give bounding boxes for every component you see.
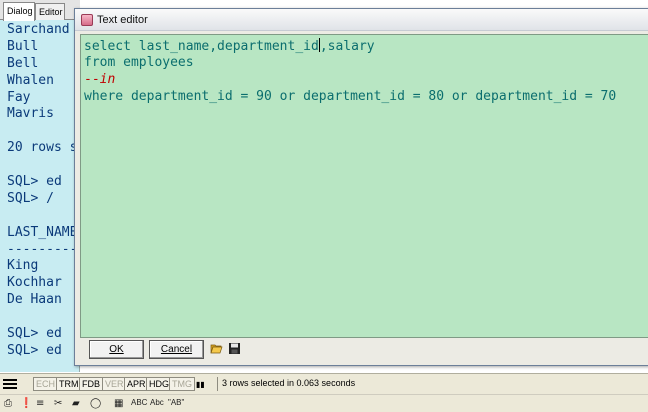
mode-apr-button[interactable]: APR bbox=[124, 377, 149, 391]
tab-editor[interactable]: Editor bbox=[35, 3, 65, 20]
comment-text: in bbox=[99, 72, 116, 87]
stop-bars-icon[interactable] bbox=[3, 379, 17, 389]
mode-ech-button[interactable]: ECH bbox=[33, 377, 59, 391]
window-title: Text editor bbox=[97, 14, 148, 26]
grid-icon[interactable]: ▦ bbox=[114, 398, 123, 410]
code-content: select last_name,department_id,salary fr… bbox=[84, 38, 616, 106]
console-line: SQL> ed bbox=[7, 174, 62, 190]
console-line: SQL> ed bbox=[7, 326, 62, 342]
console-output: Sarchand Bull Bell Whalen Fay Mavris 20 … bbox=[7, 22, 81, 367]
editor-app-icon bbox=[81, 14, 93, 26]
console-line: De Haan bbox=[7, 292, 62, 308]
abc-case-icon[interactable]: Abc bbox=[150, 398, 164, 407]
tab-dialog[interactable]: Dialog bbox=[3, 2, 35, 21]
cancel-label: Cancel bbox=[160, 344, 193, 355]
abc-icon[interactable]: ABC bbox=[131, 398, 147, 407]
scissors-icon[interactable]: ✂ bbox=[54, 398, 62, 410]
pause-icon[interactable]: ▮▮ bbox=[196, 380, 205, 389]
console-line: Fay bbox=[7, 89, 31, 105]
console-line: Kochhar bbox=[7, 275, 62, 291]
ok-button[interactable]: OK bbox=[89, 340, 144, 359]
status-toolbar: ECH TRM FDB VER APR HDG TMG ▮▮ 3 rows se… bbox=[0, 373, 648, 394]
quote-ab-icon[interactable]: "AB" bbox=[168, 398, 184, 407]
binoculars-icon[interactable]: ❗ bbox=[20, 398, 32, 410]
console-line: LAST_NAME bbox=[7, 224, 78, 240]
console-line: Bull bbox=[7, 38, 39, 54]
cancel-button[interactable]: Cancel bbox=[149, 340, 204, 359]
console-line: Sarchand bbox=[7, 22, 70, 37]
eraser-icon[interactable]: ▰ bbox=[72, 398, 80, 410]
save-disk-icon[interactable] bbox=[228, 342, 241, 355]
console-line: King bbox=[7, 258, 39, 274]
mode-trm-button[interactable]: TRM bbox=[56, 377, 82, 391]
console-line: Mavris bbox=[7, 106, 54, 122]
sql-console-panel: Dialog Editor Sarchand Bull Bell Whalen … bbox=[0, 0, 80, 372]
code-line: select last_name,department_id,salary bbox=[84, 38, 616, 55]
panel-tabstrip: Dialog Editor bbox=[0, 0, 80, 21]
output-icon[interactable]: ◯ bbox=[90, 398, 101, 410]
editor-button-bar: OK Cancel bbox=[80, 339, 648, 365]
ok-label: OK bbox=[109, 344, 124, 355]
mode-fdb-button[interactable]: FDB bbox=[79, 377, 103, 391]
text-editor-window: Text editor select last_name,department_… bbox=[74, 8, 648, 366]
status-message: 3 rows selected in 0.063 seconds bbox=[217, 377, 359, 391]
console-line: 20 rows s bbox=[7, 140, 78, 156]
console-line: Whalen bbox=[7, 72, 54, 88]
open-folder-icon[interactable] bbox=[210, 342, 223, 355]
console-line: SQL> / bbox=[7, 190, 54, 206]
mode-ver-button[interactable]: VER bbox=[102, 377, 127, 391]
console-line: SQL> ed bbox=[7, 342, 62, 358]
print-icon[interactable]: ⎙ bbox=[4, 398, 12, 410]
icon-toolbar: ⎙ ❗ ≡ ✂ ▰ ◯ ▦ ABC Abc "AB" bbox=[0, 394, 648, 412]
code-text: ,salary bbox=[319, 39, 375, 54]
console-line: --------- bbox=[7, 241, 78, 257]
code-text: select last_name,department_id bbox=[84, 39, 319, 54]
mode-tmg-button[interactable]: TMG bbox=[169, 377, 195, 391]
console-line: Bell bbox=[7, 55, 39, 71]
code-line: --in bbox=[84, 72, 616, 89]
code-editor-area[interactable]: select last_name,department_id,salary fr… bbox=[80, 34, 648, 338]
code-line: where department_id = 90 or department_i… bbox=[84, 89, 617, 104]
code-line: from employees bbox=[84, 55, 194, 70]
comment-marker: -- bbox=[84, 72, 100, 87]
format-icon[interactable]: ≡ bbox=[36, 398, 44, 410]
window-titlebar[interactable]: Text editor bbox=[75, 9, 648, 31]
